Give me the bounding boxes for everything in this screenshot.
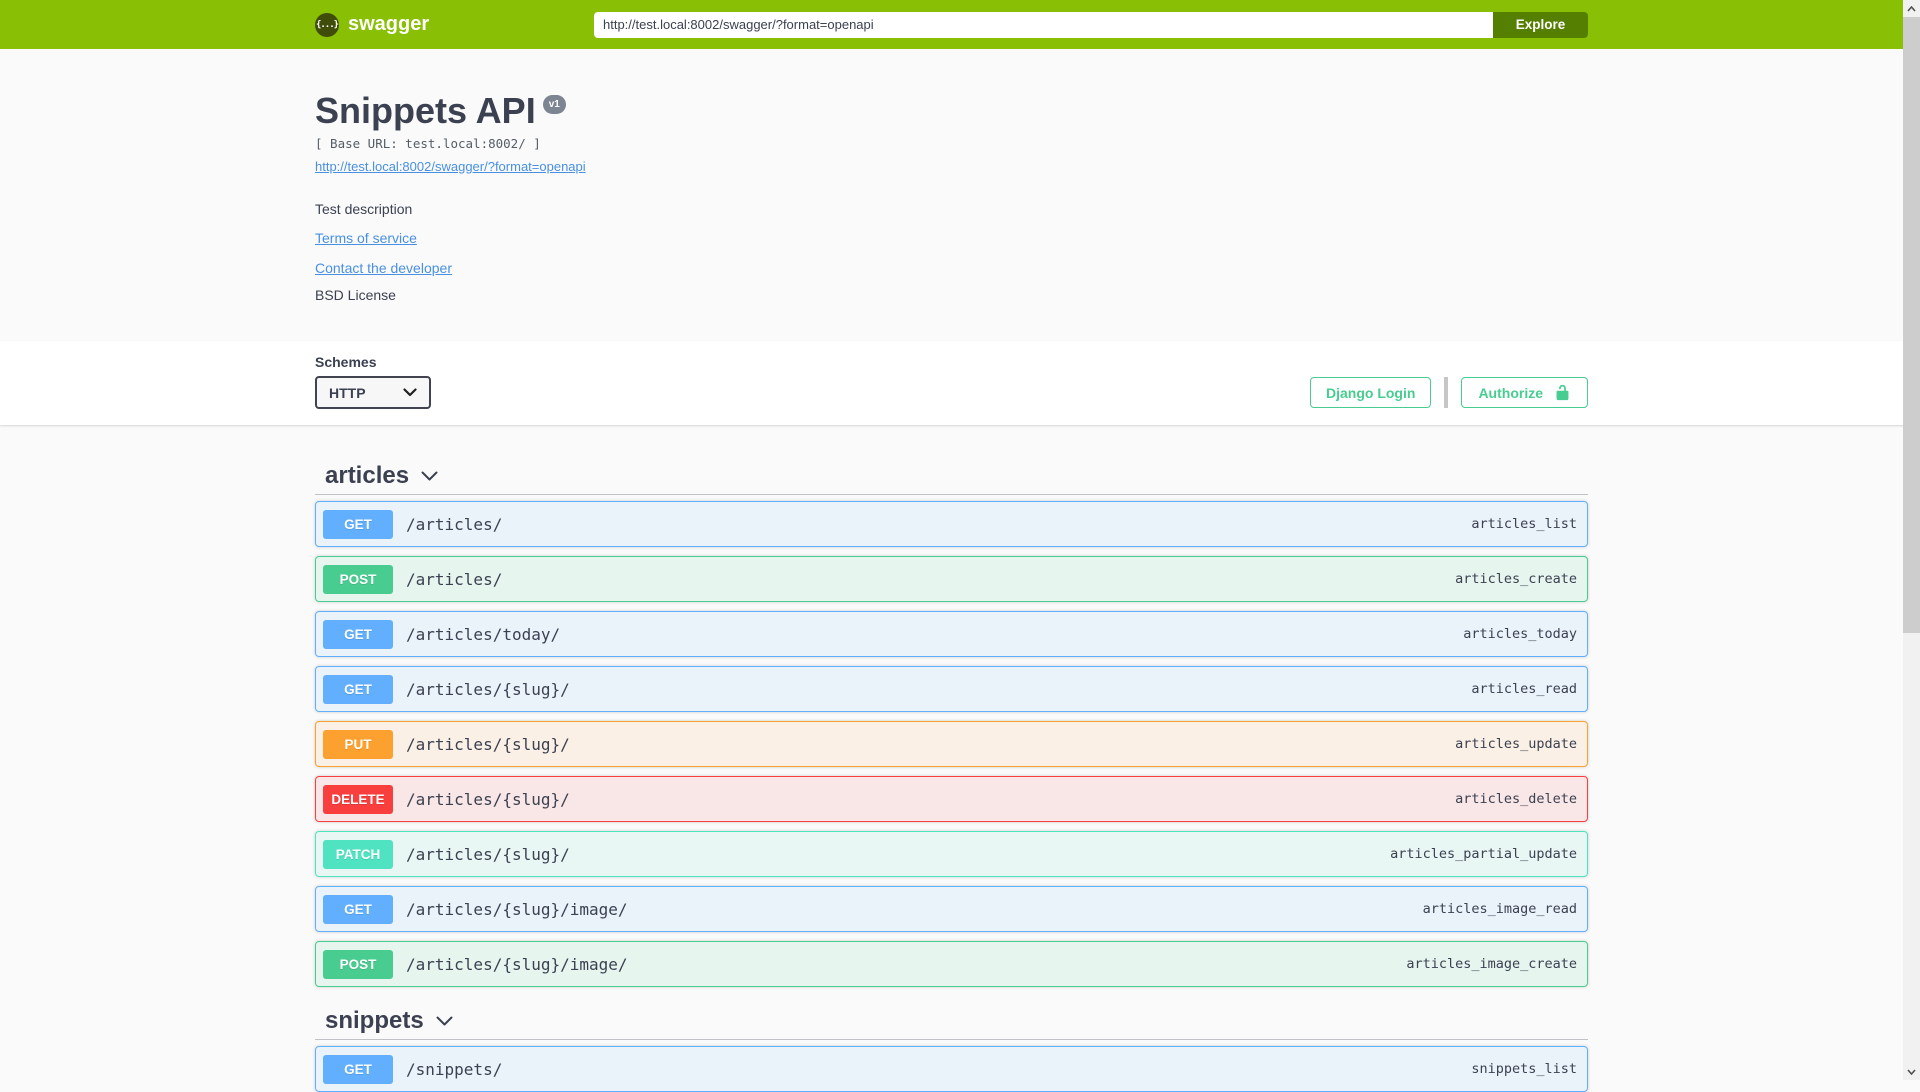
operation-id: articles_list <box>1471 516 1577 532</box>
chevron-down-icon <box>403 388 417 397</box>
authorize-button-label: Authorize <box>1478 384 1543 401</box>
spec-link[interactable]: http://test.local:8002/swagger/?format=o… <box>315 158 586 175</box>
method-badge: GET <box>323 1054 393 1084</box>
scheme-select-value: HTTP <box>329 384 366 401</box>
terms-of-service-link[interactable]: Terms of service <box>315 229 417 248</box>
operations-list: articles GET /articles/ articles_list PO… <box>315 425 1588 1092</box>
method-badge: DELETE <box>323 784 393 814</box>
page-title: Snippets API <box>315 90 536 131</box>
django-login-button[interactable]: Django Login <box>1310 377 1432 408</box>
method-badge: GET <box>323 894 393 924</box>
scrollbar-up-arrow[interactable] <box>1903 0 1920 17</box>
unlock-icon <box>1556 384 1569 401</box>
tag-section: snippets GET /snippets/ snippets_list <box>315 1006 1588 1092</box>
operation-row[interactable]: PUT /articles/{slug}/ articles_update <box>315 721 1588 767</box>
scheme-bar: Schemes HTTP Django Login Authorize <box>0 341 1920 425</box>
operation-path: /articles/{slug}/ <box>406 844 570 864</box>
url-input[interactable] <box>594 11 1493 38</box>
explore-button[interactable]: Explore <box>1493 11 1588 38</box>
download-url-wrapper: Explore <box>594 11 1588 38</box>
license-text: BSD License <box>315 287 396 303</box>
method-badge: PUT <box>323 729 393 759</box>
auth-divider <box>1444 377 1449 408</box>
operation-path: /articles/{slug}/image/ <box>406 954 628 974</box>
chevron-down-icon <box>1907 1068 1916 1075</box>
tag-header[interactable]: articles <box>315 461 1588 495</box>
chevron-up-icon <box>1907 5 1916 12</box>
scrollbar-down-arrow[interactable] <box>1903 1063 1920 1080</box>
swagger-logo-icon: {...} <box>315 12 339 37</box>
operation-row[interactable]: POST /articles/ articles_create <box>315 556 1588 602</box>
operation-id: articles_image_read <box>1422 901 1577 917</box>
operation-path: /articles/{slug}/ <box>406 734 570 754</box>
operation-id: articles_image_create <box>1406 956 1577 972</box>
method-badge: GET <box>323 509 393 539</box>
operation-id: articles_partial_update <box>1390 846 1577 862</box>
tag-section: articles GET /articles/ articles_list PO… <box>315 461 1588 987</box>
operation-path: /articles/{slug}/ <box>406 679 570 699</box>
operation-path: /articles/{slug}/image/ <box>406 899 628 919</box>
swagger-logo: {...} swagger <box>315 12 430 37</box>
scrollbar[interactable] <box>1903 0 1920 1080</box>
operation-row[interactable]: PATCH /articles/{slug}/ articles_partial… <box>315 831 1588 877</box>
operation-path: /snippets/ <box>406 1059 503 1079</box>
operation-id: articles_delete <box>1455 791 1577 807</box>
operation-id: articles_update <box>1455 736 1577 752</box>
operation-path: /articles/{slug}/ <box>406 789 570 809</box>
topbar: {...} swagger Explore <box>0 0 1920 49</box>
operation-row[interactable]: POST /articles/{slug}/image/ articles_im… <box>315 941 1588 987</box>
operation-id: articles_today <box>1463 626 1577 642</box>
base-url: [ Base URL: test.local:8002/ ] <box>315 136 541 151</box>
authorize-button[interactable]: Authorize <box>1461 377 1588 408</box>
operation-id: articles_read <box>1471 681 1577 697</box>
method-badge: PATCH <box>323 839 393 869</box>
operation-list: GET /articles/ articles_list POST /artic… <box>315 495 1588 987</box>
operation-row[interactable]: GET /articles/today/ articles_today <box>315 611 1588 657</box>
scrollbar-thumb[interactable] <box>1903 17 1920 633</box>
operation-row[interactable]: GET /articles/{slug}/image/ articles_ima… <box>315 886 1588 932</box>
operation-id: articles_create <box>1455 571 1577 587</box>
version-badge: v1 <box>542 95 566 114</box>
operation-row[interactable]: GET /snippets/ snippets_list <box>315 1046 1588 1092</box>
operation-row[interactable]: DELETE /articles/{slug}/ articles_delete <box>315 776 1588 822</box>
chevron-down-icon <box>436 1016 453 1025</box>
schemes-group: Schemes HTTP <box>315 354 431 409</box>
scheme-select[interactable]: HTTP <box>315 376 431 409</box>
method-badge: GET <box>323 619 393 649</box>
method-badge: POST <box>323 949 393 979</box>
operation-row[interactable]: GET /articles/{slug}/ articles_read <box>315 666 1588 712</box>
tag-name: snippets <box>325 1007 424 1034</box>
api-info-section: Snippets API v1 [ Base URL: test.local:80… <box>0 49 1920 341</box>
chevron-down-icon <box>421 471 438 480</box>
operation-path: /articles/ <box>406 569 503 589</box>
contact-developer-link[interactable]: Contact the developer <box>315 259 452 278</box>
title-row: Snippets API v1 <box>315 91 1588 131</box>
tag-name: articles <box>325 462 410 489</box>
operation-path: /articles/ <box>406 514 503 534</box>
swagger-logo-text: swagger <box>348 13 430 35</box>
api-description: Test description <box>315 201 413 217</box>
operation-row[interactable]: GET /articles/ articles_list <box>315 501 1588 547</box>
method-badge: POST <box>323 564 393 594</box>
schemes-label: Schemes <box>315 354 377 370</box>
operation-id: snippets_list <box>1471 1061 1577 1077</box>
operation-list: GET /snippets/ snippets_list <box>315 1040 1588 1092</box>
operation-path: /articles/today/ <box>406 624 561 644</box>
method-badge: GET <box>323 674 393 704</box>
auth-wrapper: Django Login Authorize <box>1310 377 1588 408</box>
tag-header[interactable]: snippets <box>315 1006 1588 1040</box>
